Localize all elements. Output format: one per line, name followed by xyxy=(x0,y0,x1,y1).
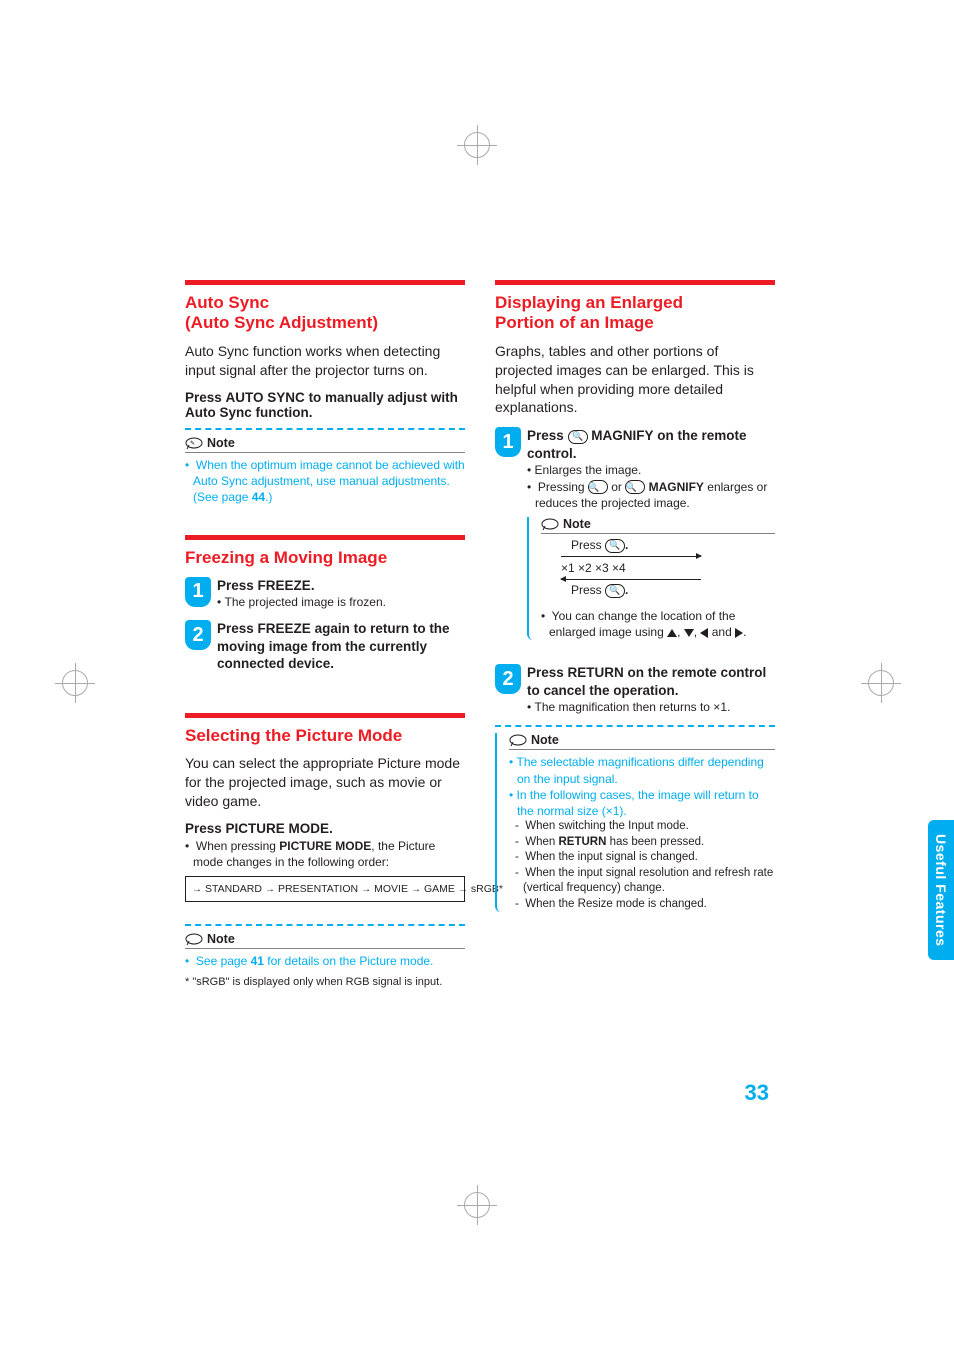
mode-flow: →STANDARD →PRESENTATION →MOVIE →GAME →sR… xyxy=(185,876,465,902)
section-divider xyxy=(185,713,465,718)
section-divider xyxy=(185,280,465,285)
note-bullet: When the optimum image cannot be achieve… xyxy=(185,457,465,506)
page-number: 33 xyxy=(745,1080,769,1106)
note-heading: Note xyxy=(185,932,465,949)
section-title: Selecting the Picture Mode xyxy=(185,726,465,746)
section-divider xyxy=(495,280,775,285)
magnify-minus-icon: 🔍 xyxy=(625,480,645,494)
note-block: Note Press 🔍. ×1 ×2 ×3 ×4 Press 🔍. You c… xyxy=(527,517,775,640)
magnify-plus-icon: 🔍 xyxy=(605,539,625,553)
section-title: Freezing a Moving Image xyxy=(185,548,465,568)
section-title: Displaying an Enlarged Portion of an Ima… xyxy=(495,293,775,334)
step-2: 2 Press RETURN on the remote control to … xyxy=(495,664,775,715)
step-number: 2 xyxy=(185,620,211,650)
arrow-up-icon xyxy=(667,629,677,637)
note-icon xyxy=(509,733,527,747)
page-link-41[interactable]: 41 xyxy=(251,954,264,968)
note-dash: When the Resize mode is changed. xyxy=(509,897,775,913)
page-content: Auto Sync (Auto Sync Adjustment) Auto Sy… xyxy=(185,280,775,988)
step-1: 1 Press FREEZE. The projected image is f… xyxy=(185,577,465,611)
note-dash: When RETURN has been pressed. xyxy=(509,835,775,851)
arrow-right-icon xyxy=(735,628,743,638)
note-bullet: In the following cases, the image will r… xyxy=(509,787,775,819)
section-body: You can select the appropriate Picture m… xyxy=(185,754,465,811)
section-auto-sync: Auto Sync (Auto Sync Adjustment) Auto Sy… xyxy=(185,280,465,505)
instruction: Press PICTURE MODE. xyxy=(185,821,465,836)
left-column: Auto Sync (Auto Sync Adjustment) Auto Sy… xyxy=(185,280,465,988)
step-1: 1 Press 🔍 MAGNIFY on the remote control.… xyxy=(495,427,775,640)
press-plus: Press 🔍. xyxy=(571,538,775,553)
section-title: Auto Sync (Auto Sync Adjustment) xyxy=(185,293,465,334)
note-block-2: Note The selectable magnifications diffe… xyxy=(495,733,775,912)
note-dash: When the input signal resolution and ref… xyxy=(509,866,775,897)
note-heading: Note xyxy=(509,733,775,750)
step-number: 2 xyxy=(495,664,521,694)
magnify-levels: ×1 ×2 ×3 ×4 xyxy=(561,561,775,575)
page-link-44[interactable]: 44 xyxy=(252,490,265,504)
right-column: Displaying an Enlarged Portion of an Ima… xyxy=(495,280,775,988)
magnify-minus-icon: 🔍 xyxy=(605,584,625,598)
note-icon xyxy=(185,932,203,946)
section-divider xyxy=(185,535,465,540)
note-bullet: See page 41 for details on the Picture m… xyxy=(185,953,465,969)
svg-text:✎: ✎ xyxy=(190,440,195,447)
section-freeze: Freezing a Moving Image 1 Press FREEZE. … xyxy=(185,535,465,673)
section-body: Auto Sync function works when detecting … xyxy=(185,342,465,380)
note-bullet: The selectable magnifications differ dep… xyxy=(509,754,775,786)
section-magnify: Displaying an Enlarged Portion of an Ima… xyxy=(495,280,775,912)
note-dash: When switching the Input mode. xyxy=(509,819,775,835)
note-heading: ✎ Note xyxy=(185,436,465,453)
step-number: 1 xyxy=(495,427,521,457)
footnote: * "sRGB" is displayed only when RGB sign… xyxy=(185,976,465,988)
magnify-plus-icon: 🔍 xyxy=(568,430,588,444)
note-dash: When the input signal is changed. xyxy=(509,850,775,866)
step-2: 2 Press FREEZE again to return to the mo… xyxy=(185,620,465,673)
arrow-left-icon xyxy=(700,628,708,638)
side-tab: Useful Features xyxy=(928,820,954,960)
instruction-sub: When pressing PICTURE MODE, the Picture … xyxy=(185,838,465,870)
step-number: 1 xyxy=(185,577,211,607)
note-icon: ✎ xyxy=(185,436,203,450)
location-note: You can change the location of the enlar… xyxy=(541,608,775,640)
instruction: Press AUTO SYNC to manually adjust with … xyxy=(185,390,465,420)
arrow-down-icon xyxy=(684,629,694,637)
press-minus: Press 🔍. xyxy=(571,583,775,598)
section-body: Graphs, tables and other portions of pro… xyxy=(495,342,775,418)
note-icon xyxy=(541,517,559,531)
note-heading: Note xyxy=(541,517,775,534)
section-picture-mode: Selecting the Picture Mode You can selec… xyxy=(185,713,465,988)
magnify-plus-icon: 🔍 xyxy=(588,480,608,494)
